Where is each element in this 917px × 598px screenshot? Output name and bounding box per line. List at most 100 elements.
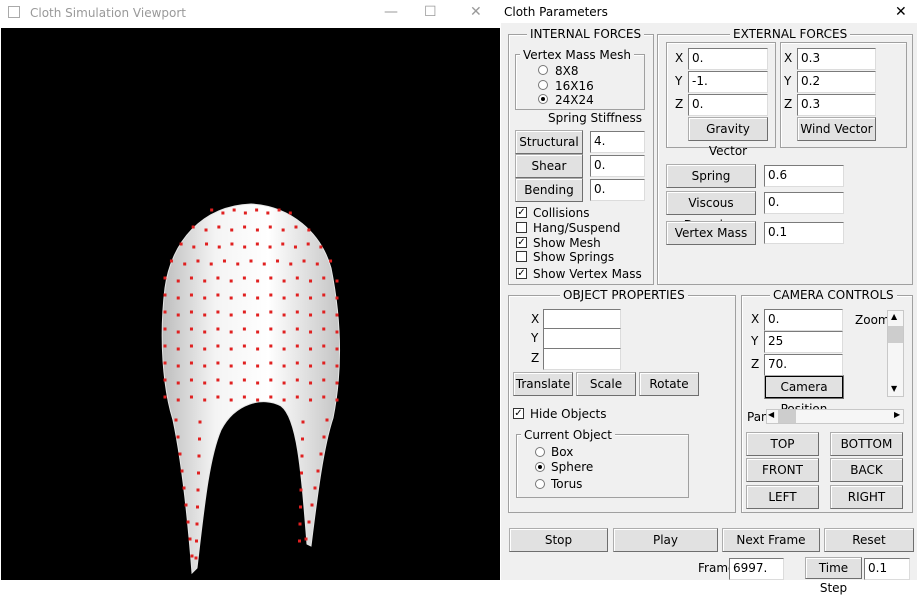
vertex-mass-button[interactable]: Vertex Mass: [666, 221, 756, 245]
pan-right-arrow-icon[interactable]: ▶: [894, 410, 900, 419]
translate-button[interactable]: Translate: [513, 372, 573, 396]
vertex-marker: [309, 398, 313, 402]
gravity-y-input[interactable]: -1.: [688, 71, 768, 93]
rotate-button[interactable]: Rotate: [639, 372, 699, 396]
pan-thumb[interactable]: [778, 410, 796, 423]
view-bottom-button[interactable]: BOTTOM: [830, 432, 903, 456]
vertex-mass-input[interactable]: 0.1: [764, 222, 844, 244]
zoom-down-arrow-icon[interactable]: ▼: [891, 384, 897, 393]
vertex-marker: [163, 361, 167, 365]
scale-button[interactable]: Scale: [576, 372, 636, 396]
vertex-marker: [295, 293, 299, 297]
show-springs-label: Show Springs: [533, 250, 615, 264]
show-vertex-mass-checkbox[interactable]: ✓: [516, 268, 527, 279]
close-button[interactable]: ✕: [470, 4, 482, 20]
vertex-marker: [319, 245, 323, 249]
vertex-marker: [189, 344, 193, 348]
mesh-radio-16[interactable]: [538, 80, 548, 90]
gravity-x-input[interactable]: 0.: [688, 48, 768, 70]
vertex-marker: [255, 242, 259, 246]
bending-input[interactable]: 0.: [590, 179, 645, 201]
vertex-marker: [195, 522, 199, 526]
collisions-checkbox[interactable]: ✓: [516, 207, 527, 218]
time-step-input[interactable]: 0.1: [864, 558, 910, 580]
vertex-marker: [189, 361, 193, 365]
view-left-button[interactable]: LEFT: [746, 485, 819, 509]
viscous-damping-button[interactable]: Viscous Damping: [666, 191, 756, 232]
vertex-marker: [242, 361, 246, 365]
shear-input[interactable]: 0.: [590, 155, 645, 177]
vertex-marker: [295, 344, 299, 348]
wind-vector-button[interactable]: Wind Vector: [797, 117, 876, 141]
vertex-marker: [179, 242, 183, 246]
vertex-marker: [176, 330, 180, 334]
spring-damping-button[interactable]: Spring Damping: [666, 164, 756, 205]
vertex-marker: [189, 395, 193, 399]
camera-y-input[interactable]: 25: [764, 331, 843, 353]
view-right-button[interactable]: RIGHT: [830, 485, 903, 509]
vertex-marker: [276, 259, 280, 263]
next-frame-button[interactable]: Next Frame: [722, 528, 820, 552]
vertex-marker: [232, 208, 236, 212]
camera-position-button[interactable]: Camera Position: [764, 375, 844, 416]
object-radio-sphere[interactable]: [535, 462, 545, 472]
show-mesh-checkbox[interactable]: ✓: [516, 237, 527, 248]
view-top-button[interactable]: TOP: [746, 432, 819, 456]
camera-z-input[interactable]: 70.: [764, 354, 843, 376]
vertex-marker: [229, 381, 233, 385]
vertex-marker: [307, 520, 311, 524]
viscous-damping-input[interactable]: 0.: [764, 192, 844, 214]
maximize-button[interactable]: ☐: [424, 4, 437, 20]
hide-objects-checkbox[interactable]: ✓: [513, 408, 524, 419]
structural-button[interactable]: Structural: [515, 130, 583, 154]
zoom-thumb[interactable]: [888, 326, 903, 343]
wind-y-label: Y: [784, 74, 792, 88]
vertex-marker: [313, 486, 317, 490]
camera-x-input[interactable]: 0.: [764, 309, 843, 331]
vertex-marker: [269, 361, 273, 365]
view-front-button[interactable]: FRONT: [746, 458, 819, 482]
show-springs-checkbox[interactable]: [516, 251, 527, 262]
vertex-marker: [306, 242, 310, 246]
spring-damping-input[interactable]: 0.6: [764, 165, 844, 187]
stop-button[interactable]: Stop: [509, 528, 608, 552]
mesh-radio-8[interactable]: [538, 65, 548, 75]
minimize-button[interactable]: —: [384, 4, 398, 20]
play-button[interactable]: Play: [613, 528, 718, 552]
object-z-input[interactable]: [543, 348, 621, 370]
object-z-label: Z: [531, 351, 540, 365]
vertex-marker: [216, 327, 220, 331]
viewport-window: Cloth Simulation Viewport — ☐ ✕: [0, 0, 500, 580]
zoom-up-arrow-icon[interactable]: ▲: [891, 312, 897, 321]
wind-y-input[interactable]: 0.2: [797, 71, 876, 93]
vertex-marker: [230, 242, 234, 246]
time-step-button[interactable]: Time Step: [805, 557, 862, 595]
hang-suspend-checkbox[interactable]: [516, 222, 527, 233]
vertex-marker: [298, 522, 302, 526]
object-label-box: Box: [551, 445, 574, 459]
object-y-input[interactable]: [543, 328, 621, 350]
vertex-marker: [163, 344, 167, 348]
parameters-close-button[interactable]: ✕: [895, 4, 907, 20]
bending-button[interactable]: Bending: [515, 178, 583, 202]
gravity-z-input[interactable]: 0.: [688, 94, 768, 116]
object-radio-torus[interactable]: [535, 479, 545, 489]
viewport-canvas[interactable]: [1, 28, 500, 580]
reset-button[interactable]: Reset: [824, 528, 914, 552]
object-radio-box[interactable]: [535, 447, 545, 457]
hang-suspend-label: Hang/Suspend: [533, 221, 621, 235]
structural-input[interactable]: 4.: [590, 131, 645, 153]
pan-left-arrow-icon[interactable]: ◀: [768, 410, 774, 419]
wind-z-input[interactable]: 0.3: [797, 94, 876, 116]
cloth-mesh: [161, 203, 340, 575]
vertex-marker: [176, 296, 180, 300]
vertex-marker: [229, 313, 233, 317]
gravity-vector-button[interactable]: Gravity Vector: [688, 117, 768, 158]
mesh-radio-24[interactable]: [538, 94, 548, 104]
wind-x-input[interactable]: 0.3: [797, 48, 876, 70]
vertex-marker: [174, 418, 178, 422]
shear-button[interactable]: Shear: [515, 154, 583, 178]
view-back-button[interactable]: BACK: [830, 458, 903, 482]
vertex-marker: [203, 398, 207, 402]
frame-input[interactable]: 6997.: [729, 558, 784, 580]
